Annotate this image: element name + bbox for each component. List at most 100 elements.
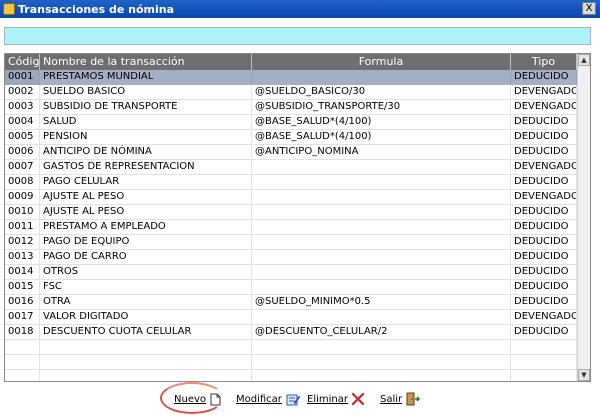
edit-pencil-icon [286,394,300,405]
cell-type: DEVENGADO [511,85,577,100]
table-row[interactable]: 0016 OTRA @SUELDO_MINIMO*0.5 DEDUCIDO [5,295,577,310]
exit-door-icon [406,392,421,406]
cell-type: DEDUCIDO [511,115,577,130]
table-row[interactable]: 0015 FSC DEDUCIDO [5,280,577,295]
cell-code: 0015 [5,280,40,295]
cell-code: 0010 [5,205,40,220]
cell-code: 0006 [5,145,40,160]
table-row[interactable] [5,370,577,381]
cell-type: DEDUCIDO [511,175,577,190]
cell-name: DESCUENTO CUOTA CELULAR [40,325,252,340]
table-row[interactable] [5,355,577,370]
cell-type [511,355,577,370]
cell-name: PAGO DE EQUIPO [40,235,252,250]
cell-type: DEVENGADO [511,190,577,205]
cell-formula [252,175,511,190]
title-bar: Transacciones de nómina X [0,0,600,18]
cell-formula [252,310,511,325]
cell-name: PENSION [40,130,252,145]
search-input[interactable] [4,27,591,45]
table-row[interactable]: 0012 PAGO DE EQUIPO DEDUCIDO [5,235,577,250]
table-row[interactable]: 0013 PAGO DE CARRO DEDUCIDO [5,250,577,265]
table-row[interactable]: 0007 GASTOS DE REPRESENTACION DEVENGADO [5,160,577,175]
exit-button[interactable]: Salir [380,390,421,408]
cell-name: SUELDO BASICO [40,85,252,100]
close-button[interactable]: X [582,2,596,15]
cell-name: PRESTAMO A EMPLEADO [40,220,252,235]
new-document-icon [210,393,221,405]
new-button[interactable]: Nuevo [174,390,221,408]
cell-type: DEDUCIDO [511,250,577,265]
cell-code: 0014 [5,265,40,280]
cell-name: ANTICIPO DE NÓMINA [40,145,252,160]
cell-code [5,340,40,355]
cell-code: 0008 [5,175,40,190]
cell-code [5,370,40,381]
cell-name [40,355,252,370]
table-row[interactable]: 0014 OTROS DEDUCIDO [5,265,577,280]
cell-code: 0018 [5,325,40,340]
cell-formula [252,340,511,355]
table-row[interactable]: 0003 SUBSIDIO DE TRANSPORTE @SUBSIDIO_TRAN… [5,100,577,115]
cell-formula: @BASE_SALUD*(4/100) [252,115,511,130]
red-x-icon [351,393,364,405]
cell-type: DEDUCIDO [511,265,577,280]
cell-name: PRESTAMOS MUNDIAL [40,70,252,85]
table-row[interactable]: 0004 SALUD @BASE_SALUD*(4/100) DEDUCIDO [5,115,577,130]
cell-code: 0009 [5,190,40,205]
table-row[interactable]: 0005 PENSION @BASE_SALUD*(4/100) DEDUCIDO [5,130,577,145]
vertical-scrollbar[interactable]: ▲ ▼ [577,54,590,381]
cell-name: VALOR DIGITADO [40,310,252,325]
table-row[interactable]: 0011 PRESTAMO A EMPLEADO DEDUCIDO [5,220,577,235]
edit-button[interactable]: Modificar [236,390,300,408]
table-row[interactable]: 0009 AJUSTE AL PESO DEVENGADO [5,190,577,205]
cell-name [40,340,252,355]
cell-formula [252,205,511,220]
table-row[interactable]: 0001 PRESTAMOS MUNDIAL DEDUCIDO [5,70,577,85]
table-row[interactable] [5,340,577,355]
table-row[interactable]: 0018 DESCUENTO CUOTA CELULAR @DESCUENTO_CE… [5,325,577,340]
cell-type: DEDUCIDO [511,130,577,145]
header-name[interactable]: Nombre de la transacción [40,54,252,70]
delete-button[interactable]: Eliminar [307,390,364,408]
cell-formula [252,355,511,370]
cell-code [5,355,40,370]
cell-type [511,340,577,355]
window-title: Transacciones de nómina [18,2,175,16]
bottom-toolbar: Nuevo Modificar Eliminar Salir [0,384,600,414]
cell-formula [252,220,511,235]
cell-name: SUBSIDIO DE TRANSPORTE [40,100,252,115]
cell-formula: @BASE_SALUD*(4/100) [252,130,511,145]
cell-name: OTRA [40,295,252,310]
table-row[interactable]: 0010 AJUSTE AL PESO DEDUCIDO [5,205,577,220]
table-row[interactable]: 0006 ANTICIPO DE NÓMINA @ANTICIPO_NOMINA DE… [5,145,577,160]
cell-code: 0011 [5,220,40,235]
scroll-down-icon[interactable]: ▼ [578,369,590,381]
cell-type: DEDUCIDO [511,70,577,85]
cell-type [511,370,577,381]
cell-code: 0003 [5,100,40,115]
edit-button-label: Modificar [236,393,282,405]
cell-code: 0007 [5,160,40,175]
cell-name: GASTOS DE REPRESENTACION [40,160,252,175]
cell-formula [252,265,511,280]
header-code[interactable]: Código [5,54,46,70]
table-row[interactable]: 0017 VALOR DIGITADO DEVENGADO [5,310,577,325]
cell-code: 0004 [5,115,40,130]
table-row[interactable]: 0002 SUELDO BASICO @SUELDO_BASICO/30 DEVENG… [5,85,577,100]
cell-formula [252,250,511,265]
table-row[interactable]: 0008 PAGO CELULAR DEDUCIDO [5,175,577,190]
delete-button-label: Eliminar [307,393,348,405]
cell-type: DEVENGADO [511,310,577,325]
transactions-grid: Código Nombre de la transacción Formula … [4,53,591,382]
cell-formula [252,160,511,175]
scroll-up-icon[interactable]: ▲ [578,54,590,66]
cell-formula [252,190,511,205]
cell-name: PAGO DE CARRO [40,250,252,265]
cell-formula: @DESCUENTO_CELULAR/2 [252,325,511,340]
cell-name: OTROS [40,265,252,280]
header-type[interactable]: Tipo [511,54,577,70]
cell-name [40,370,252,381]
exit-button-label: Salir [380,393,403,405]
header-formula[interactable]: Formula [252,54,511,70]
